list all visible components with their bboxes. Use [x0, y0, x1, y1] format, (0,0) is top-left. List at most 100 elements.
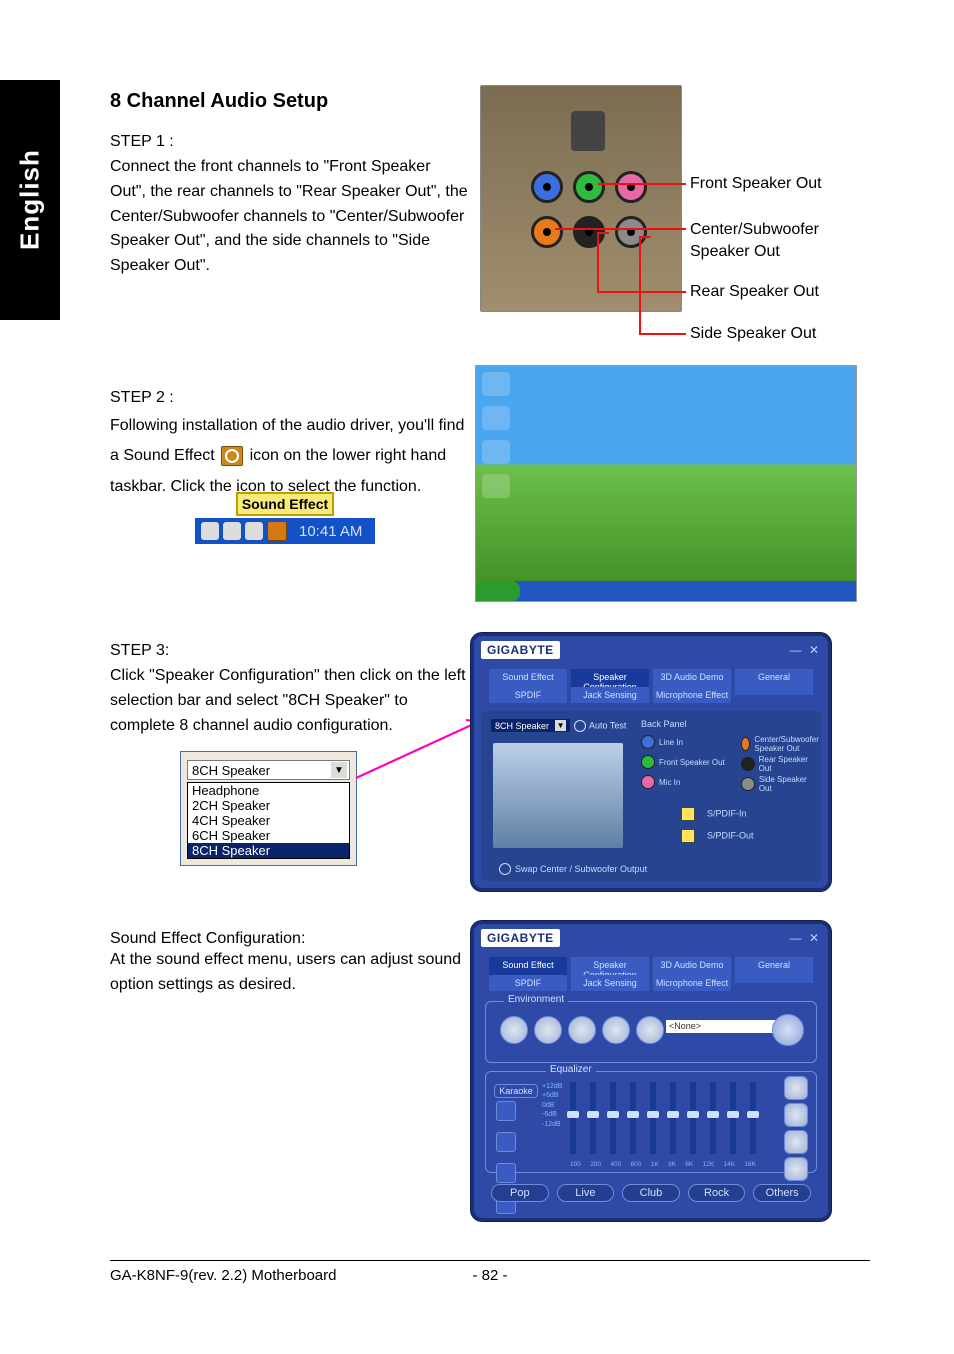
eq-side-button[interactable]	[784, 1130, 808, 1154]
speaker-option[interactable]: 4CH Speaker	[188, 813, 349, 828]
environment-group: Environment <None>▾	[485, 1001, 817, 1063]
jack-front-speaker-icon	[573, 171, 605, 203]
tab-jack-sensing[interactable]: Jack Sensing	[571, 975, 649, 991]
spdif-in-label: S/PDIF-In	[707, 808, 747, 818]
sound-effect-icon	[221, 446, 243, 466]
tray-time: 10:41 AM	[299, 523, 362, 540]
tab-jack-sensing[interactable]: Jack Sensing	[571, 687, 649, 703]
desktop-icon[interactable]	[482, 440, 510, 464]
environment-select[interactable]: <None>▾	[666, 1020, 782, 1033]
preview-speaker-icon[interactable]	[772, 1014, 804, 1046]
eq-sliders[interactable]	[570, 1082, 756, 1154]
panel-speaker-select[interactable]: 8CH Speaker ▼	[491, 719, 570, 732]
environment-label: Environment	[504, 994, 568, 1005]
radio-icon[interactable]	[499, 863, 511, 875]
tab-mic-effect[interactable]: Microphone Effect	[653, 975, 731, 991]
jack-mic-icon	[615, 171, 647, 203]
jack-side-speaker-icon	[615, 216, 647, 248]
tab-general[interactable]: General	[735, 957, 813, 983]
jack-label: Front Speaker Out	[659, 758, 725, 767]
speaker-option[interactable]: 6CH Speaker	[188, 828, 349, 843]
tray-icon-3[interactable]	[245, 522, 263, 540]
sound-effect-tooltip-figure: Sound Effect 10:41 AM	[195, 492, 375, 544]
language-tab: English	[0, 80, 60, 320]
preset-button[interactable]: Rock	[688, 1184, 746, 1202]
step1-body: Connect the front channels to "Front Spe…	[110, 155, 470, 279]
karaoke-button[interactable]	[496, 1101, 516, 1121]
jack-center-sub-icon	[531, 216, 563, 248]
jack-dot-icon[interactable]	[641, 735, 655, 749]
speaker-select-list[interactable]: Headphone 2CH Speaker 4CH Speaker 6CH Sp…	[187, 782, 350, 859]
jack-dot-icon[interactable]	[641, 775, 655, 789]
start-button[interactable]	[476, 581, 520, 601]
preset-button[interactable]: Club	[622, 1184, 680, 1202]
equalizer-group: Equalizer Karaoke +12dB +6dB 0dB -6dB -1…	[485, 1071, 817, 1173]
panel-speaker-select-value: 8CH Speaker	[495, 721, 549, 731]
window-controls[interactable]: — ✕	[790, 931, 821, 945]
jack-dot-icon[interactable]	[741, 777, 755, 791]
speaker-select-value: 8CH Speaker	[192, 763, 270, 778]
eq-db-scale: +12dB +6dB 0dB -6dB -12dB	[542, 1082, 562, 1129]
tray-icon-1[interactable]	[201, 522, 219, 540]
jack-dot-icon[interactable]	[741, 737, 750, 751]
jack-label: Side Speaker Out	[759, 775, 821, 793]
tray-icon-2[interactable]	[223, 522, 241, 540]
env-preset-icon[interactable]	[568, 1016, 596, 1044]
step1-figure: Front Speaker Out Center/Subwoofer Speak…	[480, 85, 840, 345]
tab-mic-effect[interactable]: Microphone Effect	[653, 687, 731, 703]
desktop-icon[interactable]	[482, 406, 510, 430]
callout-center-sub: Center/Subwoofer Speaker Out	[690, 219, 850, 264]
callout-side-speaker: Side Speaker Out	[690, 325, 816, 343]
jack-label: Rear Speaker Out	[759, 755, 821, 773]
chevron-down-icon[interactable]: ▼	[331, 762, 347, 778]
swap-center-sub-toggle[interactable]: Swap Center / Subwoofer Output	[499, 863, 647, 875]
eq-side-button[interactable]	[784, 1157, 808, 1181]
eq-side-button[interactable]	[784, 1076, 808, 1100]
page-footer: GA-K8NF-9(rev. 2.2) Motherboard - 82 -	[110, 1260, 870, 1284]
tray-sound-effect-icon[interactable]	[267, 521, 287, 541]
eq-presets: Pop Live Club Rock Others	[485, 1179, 817, 1207]
env-preset-icon[interactable]	[636, 1016, 664, 1044]
spdif-in-icon[interactable]	[681, 807, 695, 821]
desktop-icon[interactable]	[482, 474, 510, 498]
preset-button[interactable]: Live	[557, 1184, 615, 1202]
tab-spdif[interactable]: SPDIF	[489, 975, 567, 991]
callout-rear-speaker: Rear Speaker Out	[690, 283, 819, 301]
back-panel-label: Back Panel	[641, 719, 687, 729]
step2-body: Following installation of the audio driv…	[110, 411, 470, 502]
window-controls[interactable]: — ✕	[790, 643, 821, 657]
sound-effect-panel: GIGABYTE — ✕ Sound Effect Speaker Config…	[470, 920, 832, 1222]
preset-button[interactable]: Pop	[491, 1184, 549, 1202]
speaker-option[interactable]: 2CH Speaker	[188, 798, 349, 813]
jack-label: Mic In	[659, 778, 680, 787]
taskbar[interactable]	[476, 581, 856, 601]
spdif-out-icon[interactable]	[681, 829, 695, 843]
eq-side-button[interactable]	[784, 1103, 808, 1127]
sound-effect-config-heading: Sound Effect Configuration:	[110, 930, 470, 948]
speaker-select[interactable]: 8CH Speaker ▼	[187, 760, 350, 780]
tab-spdif[interactable]: SPDIF	[489, 687, 567, 703]
preset-button[interactable]: Others	[753, 1184, 811, 1202]
spdif-out-label: S/PDIF-Out	[707, 830, 754, 840]
karaoke-button[interactable]	[496, 1132, 516, 1152]
speaker-option-selected[interactable]: 8CH Speaker	[188, 843, 349, 858]
speaker-config-panel: GIGABYTE — ✕ Sound Effect Speaker Config…	[470, 632, 832, 892]
tab-general[interactable]: General	[735, 669, 813, 695]
speaker-dropdown-zoom: 8CH Speaker ▼ Headphone 2CH Speaker 4CH …	[180, 751, 357, 866]
jack-dot-icon[interactable]	[741, 757, 755, 771]
env-preset-icon[interactable]	[534, 1016, 562, 1044]
sound-effect-config-body: At the sound effect menu, users can adju…	[110, 948, 470, 998]
eq-frequencies: 100200 400600 1K3K 6K12K 14K16K	[570, 1161, 756, 1168]
tooltip-label: Sound Effect	[236, 492, 334, 516]
jack-label: Line In	[659, 738, 683, 747]
chevron-down-icon[interactable]: ▼	[555, 720, 566, 731]
speaker-option[interactable]: Headphone	[188, 783, 349, 798]
brand-logo: GIGABYTE	[481, 929, 560, 947]
environment-value: <None>	[669, 1021, 701, 1032]
env-preset-icon[interactable]	[500, 1016, 528, 1044]
swap-label: Swap Center / Subwoofer Output	[515, 864, 647, 874]
env-preset-icon[interactable]	[602, 1016, 630, 1044]
desktop-icon[interactable]	[482, 372, 510, 396]
auto-test-button[interactable]: Auto Test	[574, 720, 626, 732]
jack-dot-icon[interactable]	[641, 755, 655, 769]
